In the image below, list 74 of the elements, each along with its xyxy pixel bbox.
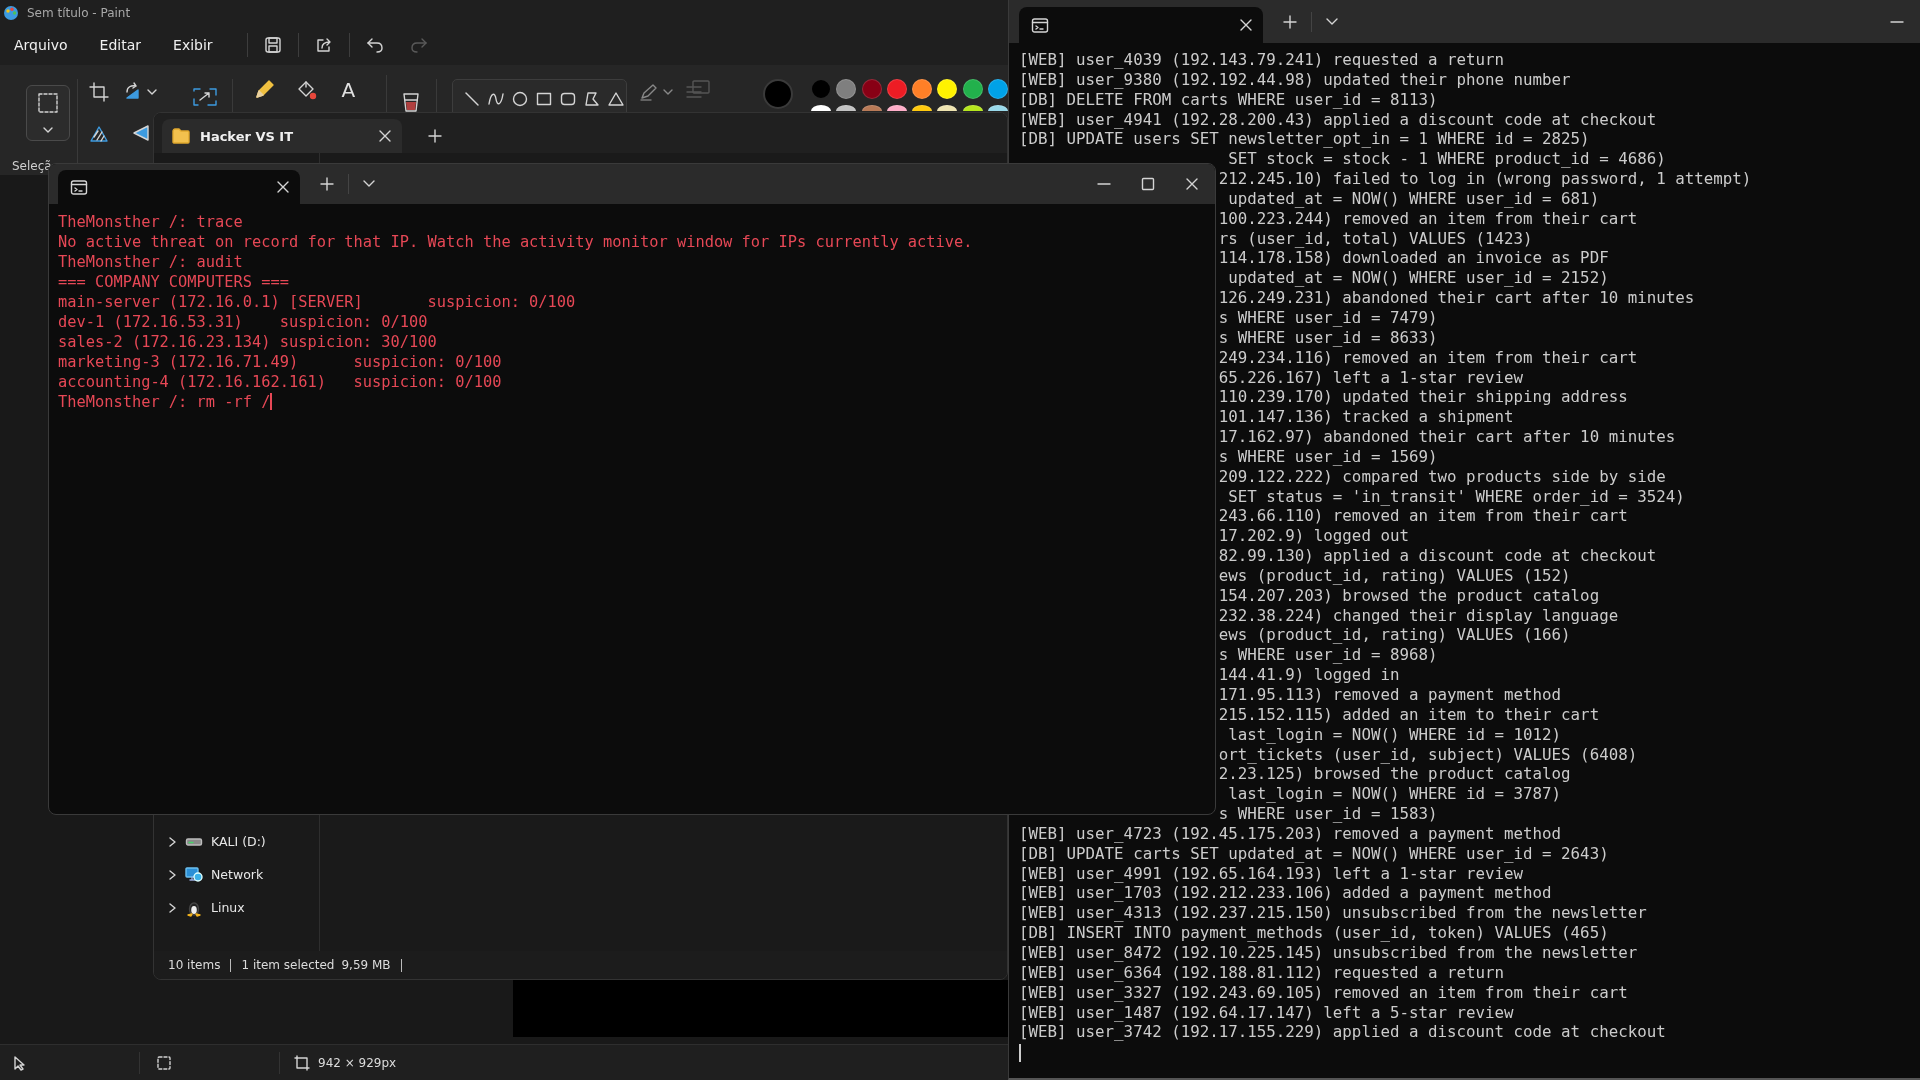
- log-line: [DB] DELETE FROM carts WHERE user_id = 8113): [1019, 89, 1438, 110]
- log-line: 243.66.110) removed an item from their cart: [1218, 506, 1628, 527]
- text-tool[interactable]: A: [337, 79, 360, 101]
- log-line: s WHERE user_id = 7479): [1218, 307, 1438, 328]
- log-line: [DB] UPDATE users SET newsletter_opt_in = 1 WHERE id = 2825): [1019, 129, 1590, 150]
- log-line: [WEB] user_8472 (192.10.225.145) unsubscribed from the newsletter: [1019, 942, 1638, 963]
- terminal-line: dev-1 (172.16.53.31) suspicion: 0/100: [58, 312, 428, 332]
- log-line: 171.95.113) removed a payment method: [1218, 685, 1562, 705]
- log-line: [WEB] user_1703 (192.212.233.106) added a payment method: [1019, 883, 1552, 904]
- menu-item[interactable]: Exibir: [163, 31, 223, 59]
- terminal-line: No active threat on record for that IP. Watch the activity monitor window for IPs currently active.: [58, 232, 973, 252]
- window-title: Sem título - Paint: [27, 5, 131, 20]
- log-line: [WEB] user_4039 (192.143.79.241) requested a return: [1019, 50, 1505, 70]
- canvas-size: 942 × 929px: [318, 1055, 397, 1070]
- explorer-tab[interactable]: Hacker VS IT: [162, 119, 402, 153]
- log-line: 209.122.222) compared two products side by side: [1218, 466, 1666, 487]
- log-line: [WEB] user_1487 (192.64.17.147) left a 5-star review: [1019, 1002, 1514, 1023]
- terminal-line: accounting-4 (172.16.162.161) suspicion: 0/100: [58, 372, 502, 392]
- nav-item[interactable]: KALI (D:): [154, 825, 319, 858]
- log-line: updated_at = NOW() WHERE user_id = 681): [1227, 188, 1600, 209]
- log-line: 17.202.9) logged out: [1218, 526, 1409, 547]
- log-line: 101.147.136) tracked a shipment: [1218, 407, 1514, 428]
- item-count: 10 items: [168, 958, 221, 972]
- log-line: [WEB] user_4723 (192.45.175.203) removed a payment method: [1019, 823, 1562, 844]
- log-line: ort_tickets (user_id, subject) VALUES (6408): [1218, 744, 1638, 765]
- log-line: ews (product_id, rating) VALUES (166): [1218, 625, 1571, 646]
- log-line: 232.38.224) changed their display language: [1218, 605, 1619, 626]
- log-line: 65.226.167) left a 1-star review: [1218, 367, 1524, 388]
- log-line: 215.152.115) added an item to their cart: [1218, 704, 1600, 725]
- log-line: updated_at = NOW() WHERE user_id = 2152): [1227, 268, 1609, 289]
- terminal-line: main-server (172.16.0.1) [SERVER] suspicion: 0/100: [58, 292, 576, 312]
- log-line: [DB] UPDATE carts SET updated_at = NOW() WHERE user_id = 2643): [1019, 843, 1609, 864]
- log-line: s WHERE user_id = 1583): [1218, 804, 1438, 824]
- log-line: 249.234.116) removed an item from their cart: [1218, 347, 1638, 368]
- log-line: SET stock = stock - 1 WHERE product_id = 4686): [1227, 149, 1666, 170]
- selection-info: 1 item selected: [241, 958, 335, 972]
- terminal-line: === COMPANY COMPUTERS ===: [58, 272, 289, 292]
- tab-title: Hacker VS IT: [200, 128, 295, 144]
- log-line: 114.178.158) downloaded an invoice as PDF: [1218, 248, 1609, 269]
- terminal-line: sales-2 (172.16.23.134) suspicion: 30/100: [58, 332, 437, 352]
- nav-item[interactable]: Linux: [154, 891, 319, 924]
- log-line: 212.245.10) failed to log in (wrong password, 1 attempt): [1218, 169, 1752, 189]
- log-line: s WHERE user_id = 8968): [1218, 645, 1438, 666]
- log-line: SET status = 'in_transit' WHERE order_id = 3524): [1227, 486, 1685, 507]
- log-line: 110.239.170) updated their shipping address: [1218, 387, 1628, 408]
- terminal-line: TheMonsther /: rm -rf /: [58, 393, 271, 411]
- terminal-line: TheMonsther /: trace: [58, 212, 243, 232]
- log-line: [WEB] user_6364 (192.188.81.112) requested a return: [1019, 962, 1505, 983]
- log-line: 144.41.9) logged in: [1218, 665, 1400, 685]
- log-line: [WEB] user_4941 (192.28.200.43) applied a discount code at checkout: [1019, 109, 1657, 130]
- log-line: [DB] INSERT INTO payment_methods (user_id, token) VALUES (465): [1019, 923, 1609, 943]
- log-line: [WEB] user_4991 (192.65.164.193) left a 1-star review: [1019, 863, 1524, 884]
- log-line: [WEB] user_3327 (192.243.69.105) removed an item from their cart: [1019, 982, 1628, 1003]
- log-line: [WEB] user_4313 (192.237.215.150) unsubscribed from the newsletter: [1019, 903, 1647, 924]
- log-line: 100.223.244) removed an item from their cart: [1218, 208, 1638, 229]
- log-line: last_login = NOW() WHERE id = 3787): [1227, 784, 1562, 805]
- nav-item[interactable]: Network: [154, 858, 319, 891]
- log-line: s WHERE user_id = 8633): [1218, 327, 1438, 348]
- log-line: ews (product_id, rating) VALUES (152): [1218, 565, 1571, 586]
- log-line: s WHERE user_id = 1569): [1218, 446, 1438, 467]
- log-line: 82.99.130) applied a discount code at checkout: [1218, 546, 1657, 566]
- terminal-line: marketing-3 (172.16.71.49) suspicion: 0/100: [58, 352, 502, 372]
- log-line: 17.162.97) abandoned their cart after 10 minutes: [1218, 427, 1676, 447]
- terminal-line: TheMonsther /: audit: [58, 252, 243, 272]
- menu-item[interactable]: Editar: [89, 31, 152, 59]
- log-line: [WEB] user_9380 (192.192.44.98) updated their phone number: [1019, 69, 1571, 90]
- log-line: 126.249.231) abandoned their cart after 10 minutes: [1218, 288, 1695, 308]
- log-line: rs (user_id, total) VALUES (1423): [1218, 228, 1533, 249]
- menu-item[interactable]: Arquivo: [4, 31, 78, 59]
- log-line: last_login = NOW() WHERE id = 1012): [1227, 724, 1562, 745]
- selection-size: 9,59 MB: [341, 958, 391, 972]
- log-line: 2.23.125) browsed the product catalog: [1218, 764, 1571, 785]
- log-line: [WEB] user_3742 (192.17.155.229) applied a discount code at checkout: [1019, 1022, 1666, 1043]
- log-line: 154.207.203) browsed the product catalog: [1218, 585, 1600, 606]
